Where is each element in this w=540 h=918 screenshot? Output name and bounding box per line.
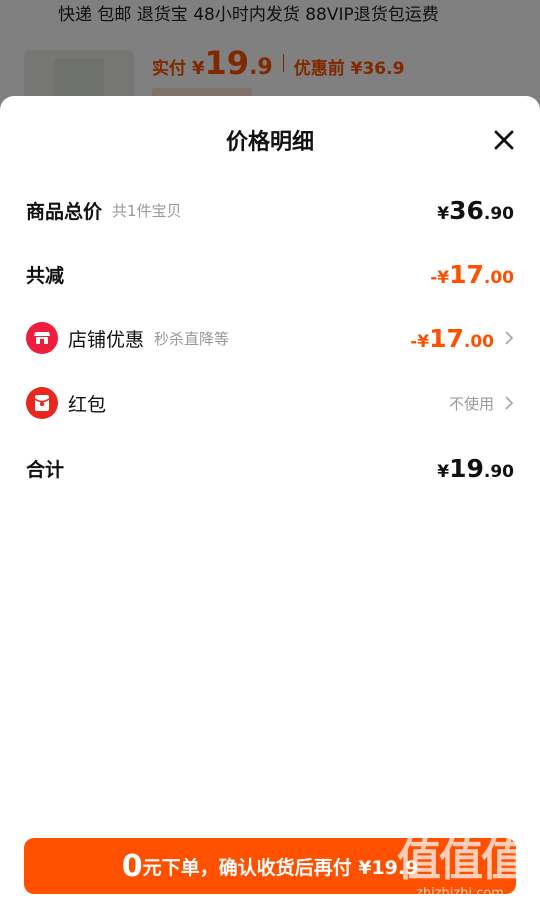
goods-total-amount: ¥ 36 .90 bbox=[437, 196, 514, 225]
amount-dec: .90 bbox=[483, 203, 514, 224]
amount-yen: -¥ bbox=[410, 331, 430, 352]
cta-label: 元下单，确认收货后再付 ¥19.9 bbox=[142, 856, 419, 879]
cta-zero: 0 bbox=[121, 848, 143, 884]
row-red-packet[interactable]: 红包 不使用 bbox=[26, 383, 514, 423]
shipping-info-line: 快递 包邮 退货宝 48小时内发货 88VIP退货包运费 bbox=[58, 5, 439, 25]
row-total-discount: 共减 -¥ 17 .00 bbox=[26, 254, 514, 294]
red-packet-icon bbox=[26, 387, 58, 419]
amount-yen: -¥ bbox=[430, 267, 450, 288]
red-packet-value: 不使用 bbox=[449, 393, 494, 414]
amount-int: 17 bbox=[449, 259, 484, 289]
pay-yen: ¥ bbox=[192, 58, 205, 79]
pay-dec: .9 bbox=[249, 55, 273, 80]
price-row: 实付 ¥ 19 .9 优惠前 ¥36.9 bbox=[152, 44, 404, 82]
row-store-discount[interactable]: 店铺优惠 秒杀直降等 -¥ 17 .00 bbox=[26, 318, 514, 358]
sheet-title: 价格明细 bbox=[225, 130, 314, 155]
watermark-url: zhizhizhi.com bbox=[416, 886, 504, 901]
amount-dec: .90 bbox=[483, 461, 514, 482]
amount-int: 17 bbox=[429, 323, 464, 353]
store-icon bbox=[26, 322, 58, 354]
row-label: 合计 bbox=[26, 458, 65, 481]
row-total: 合计 ¥ 19 .90 bbox=[26, 448, 514, 488]
row-label: 商品总价 bbox=[26, 200, 103, 223]
watermark-text: 值值值 bbox=[397, 835, 525, 886]
pay-int: 19 bbox=[204, 44, 250, 82]
amount-dec: .00 bbox=[483, 267, 514, 288]
chevron-right-icon bbox=[505, 331, 514, 345]
total-discount-amount: -¥ 17 .00 bbox=[430, 260, 514, 289]
row-label: 共减 bbox=[26, 264, 65, 287]
amount-int: 36 bbox=[449, 195, 484, 225]
row-label: 店铺优惠 bbox=[68, 328, 145, 351]
amount-yen: ¥ bbox=[437, 461, 450, 482]
watermark-logo: 值值值 zhizhizhi.com bbox=[390, 824, 530, 910]
total-amount: ¥ 19 .90 bbox=[437, 454, 514, 483]
row-sub: 共1件宝贝 bbox=[112, 201, 182, 220]
price-detail-sheet: 价格明细 商品总价 共1件宝贝 ¥ 36 .90 共减 -¥ 17 .00 店铺… bbox=[0, 96, 540, 918]
chevron-right-icon bbox=[505, 396, 514, 410]
row-sub: 秒杀直降等 bbox=[154, 329, 230, 348]
close-icon[interactable] bbox=[492, 128, 516, 152]
row-goods-total: 商品总价 共1件宝贝 ¥ 36 .90 bbox=[26, 190, 514, 230]
price-divider bbox=[282, 54, 284, 72]
amount-dec: .00 bbox=[463, 331, 494, 352]
row-label: 红包 bbox=[68, 393, 107, 416]
red-packet-status: 不使用 bbox=[448, 394, 494, 413]
original-price: 优惠前 ¥36.9 bbox=[293, 59, 405, 79]
store-discount-amount: -¥ 17 .00 bbox=[410, 324, 494, 353]
amount-int: 19 bbox=[449, 453, 484, 483]
pay-label: 实付 bbox=[152, 59, 186, 79]
amount-yen: ¥ bbox=[437, 203, 450, 224]
